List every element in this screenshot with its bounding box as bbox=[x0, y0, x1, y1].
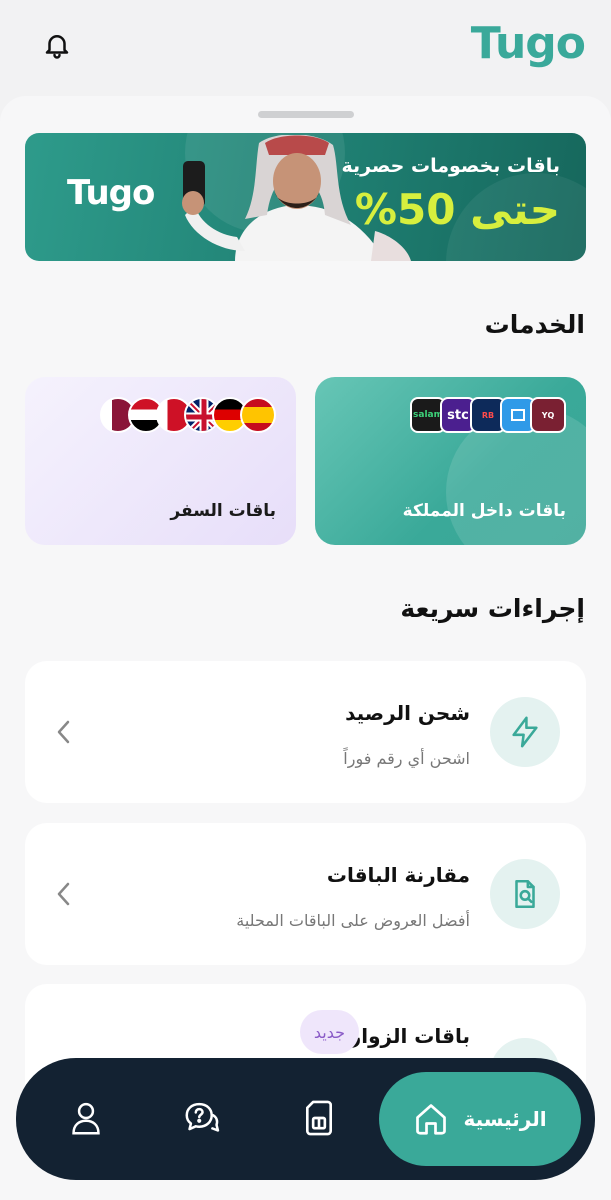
sim-card-icon[interactable] bbox=[299, 1098, 339, 1138]
lightning-icon bbox=[490, 697, 560, 767]
home-icon bbox=[416, 1104, 447, 1135]
sheet-handle[interactable] bbox=[258, 111, 354, 118]
promo-banner[interactable]: Tugo باقات بخصومات حصرية حتى 50% bbox=[25, 133, 586, 261]
domestic-packages-card[interactable]: salam stc RB YQ باقات داخل المملكة bbox=[315, 377, 586, 545]
compare-packages-item[interactable]: مقارنة الباقات أفضل العروض على الباقات ا… bbox=[25, 823, 586, 965]
home-tab-label: الرئيسية bbox=[463, 1107, 547, 1131]
document-search-icon bbox=[490, 859, 560, 929]
recharge-balance-item[interactable]: شحن الرصيد اشحن أي رقم فوراً bbox=[25, 661, 586, 803]
visitor-packages-title: باقات الزوار bbox=[349, 1024, 470, 1048]
content-sheet: Tugo باقات بخصومات حصرية حتى 50% الخدمات… bbox=[0, 96, 611, 1200]
country-flags bbox=[100, 397, 276, 433]
bottom-navbar: الرئيسية bbox=[16, 1058, 595, 1180]
support-icon[interactable] bbox=[182, 1098, 222, 1138]
banner-title: باقات بخصومات حصرية bbox=[341, 155, 560, 177]
banner-logo: Tugo bbox=[67, 173, 155, 213]
travel-packages-card[interactable]: باقات السفر bbox=[25, 377, 296, 545]
yaqoot-logo-icon: YQ bbox=[530, 397, 566, 433]
compare-subtitle: أفضل العروض على الباقات المحلية bbox=[236, 911, 470, 930]
compare-title: مقارنة الباقات bbox=[326, 863, 470, 887]
top-bar: Tugo bbox=[0, 0, 611, 96]
profile-icon[interactable] bbox=[66, 1098, 106, 1138]
quick-actions-heading: إجراءات سريعة bbox=[400, 594, 585, 623]
recharge-subtitle: اشحن أي رقم فوراً bbox=[343, 749, 470, 768]
app-logo: Tugo bbox=[470, 18, 586, 69]
chevron-left-icon bbox=[57, 882, 70, 906]
services-heading: الخدمات bbox=[484, 310, 585, 339]
chevron-left-icon bbox=[57, 720, 70, 744]
new-badge: جديد bbox=[299, 1010, 359, 1054]
banner-discount: حتى 50% bbox=[354, 185, 560, 234]
spain-flag-icon bbox=[240, 397, 276, 433]
operator-logos: salam stc RB YQ bbox=[410, 397, 566, 435]
bell-icon[interactable] bbox=[40, 28, 74, 62]
travel-packages-label: باقات السفر bbox=[170, 501, 276, 521]
home-tab[interactable]: الرئيسية bbox=[379, 1072, 581, 1166]
recharge-title: شحن الرصيد bbox=[345, 701, 470, 725]
domestic-packages-label: باقات داخل المملكة bbox=[402, 501, 566, 521]
